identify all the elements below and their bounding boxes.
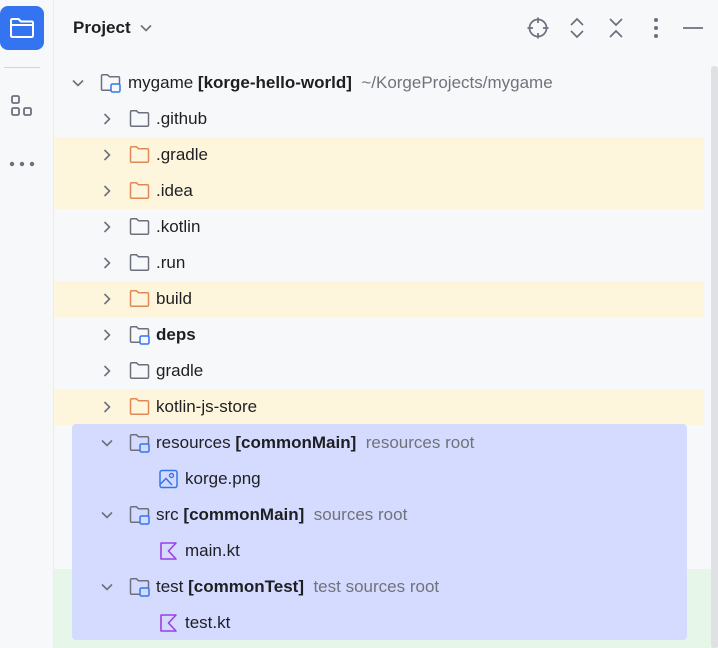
tree-label: resources [commonMain] resources root xyxy=(156,432,474,454)
collapse-all-button[interactable] xyxy=(604,16,628,40)
excluded-folder-icon xyxy=(129,146,150,163)
folder-icon xyxy=(129,362,150,379)
tree-label: .idea xyxy=(156,181,193,200)
locate-icon xyxy=(527,17,549,39)
root-hint: resources root xyxy=(365,433,475,452)
tree-root-row[interactable]: mygame [korge-hello-world] ~/KorgeProjec… xyxy=(54,65,706,101)
tree-row[interactable]: resources [commonMain] resources root xyxy=(54,425,706,461)
source-set-folder: test xyxy=(156,577,184,596)
tree-row[interactable]: .kotlin xyxy=(54,209,706,245)
module-folder-icon xyxy=(129,434,150,453)
locate-button[interactable] xyxy=(526,16,550,40)
chevron-down-icon xyxy=(140,24,152,32)
tree-row[interactable]: .idea xyxy=(54,173,706,209)
tree-label: .kotlin xyxy=(156,217,201,236)
module-folder-icon xyxy=(100,74,121,93)
tree-label: main.kt xyxy=(185,541,240,560)
tree-label: gradle xyxy=(156,361,204,380)
tree-row[interactable]: deps xyxy=(54,317,706,353)
tree-label: test [commonTest] test sources root xyxy=(156,576,439,598)
tree-label: mygame [korge-hello-world] ~/KorgeProjec… xyxy=(128,72,553,94)
excluded-folder-icon xyxy=(129,290,150,307)
project-tool-button[interactable] xyxy=(0,6,44,50)
vertical-scrollbar[interactable] xyxy=(711,66,718,648)
kotlin-file-icon xyxy=(160,542,177,560)
tree-row[interactable]: .github xyxy=(54,101,706,137)
chevron-right-icon[interactable] xyxy=(99,219,115,235)
chevron-down-icon[interactable] xyxy=(99,435,115,451)
source-set-folder: src xyxy=(156,505,179,524)
tree-row[interactable]: build xyxy=(54,281,706,317)
options-icon xyxy=(654,18,658,38)
chevron-down-icon[interactable] xyxy=(99,507,115,523)
chevron-right-icon[interactable] xyxy=(99,111,115,127)
tree-row[interactable]: .gradle xyxy=(54,137,706,173)
tree-label: kotlin-js-store xyxy=(156,397,258,416)
tree-label: .run xyxy=(156,253,186,272)
excluded-folder-icon xyxy=(129,398,150,415)
tree-label: test.kt xyxy=(185,613,231,632)
module-name: mygame xyxy=(128,73,194,92)
tree-row[interactable]: src [commonMain] sources root xyxy=(54,497,706,533)
folder-icon xyxy=(129,254,150,271)
tree-row[interactable]: test [commonTest] test sources root xyxy=(54,569,706,605)
strip-separator xyxy=(4,67,40,68)
hide-button[interactable] xyxy=(681,16,705,40)
chevron-right-icon[interactable] xyxy=(99,147,115,163)
tree-label: src [commonMain] sources root xyxy=(156,504,407,526)
chevron-right-icon[interactable] xyxy=(99,363,115,379)
panel-header: Project xyxy=(54,0,718,58)
root-hint: test sources root xyxy=(313,577,440,596)
chevron-right-icon[interactable] xyxy=(99,399,115,415)
tree-label: .github xyxy=(156,109,208,128)
source-set-folder: resources xyxy=(156,433,231,452)
folder-icon xyxy=(129,110,150,127)
tree-row[interactable]: kotlin-js-store xyxy=(54,389,706,425)
chevron-down-icon[interactable] xyxy=(99,579,115,595)
tree-row[interactable]: main.kt xyxy=(54,533,706,569)
more-tool-windows-button[interactable] xyxy=(0,142,44,186)
chevron-right-icon[interactable] xyxy=(99,291,115,307)
panel-title: Project xyxy=(73,18,131,37)
structure-icon xyxy=(11,95,32,116)
tree-label: .gradle xyxy=(156,145,208,164)
chevron-down-icon[interactable] xyxy=(70,75,86,91)
source-set-tag: [commonMain] xyxy=(235,433,357,452)
tree-row[interactable]: .run xyxy=(54,245,706,281)
chevron-right-icon[interactable] xyxy=(99,327,115,343)
expand-all-button[interactable] xyxy=(565,16,589,40)
tree-label: deps xyxy=(156,325,196,344)
more-horizontal-icon xyxy=(9,161,35,167)
chevron-right-icon[interactable] xyxy=(99,255,115,271)
chevron-right-icon[interactable] xyxy=(99,183,115,199)
module-folder-icon xyxy=(129,506,150,525)
folder-icon xyxy=(10,18,34,38)
structure-tool-button[interactable] xyxy=(0,84,44,128)
tool-window-strip xyxy=(0,0,54,648)
source-set-tag: [commonMain] xyxy=(183,505,305,524)
tree-label: build xyxy=(156,289,192,308)
hide-icon xyxy=(683,27,703,29)
module-tag: [korge-hello-world] xyxy=(197,73,352,92)
image-file-icon xyxy=(159,469,178,489)
kotlin-file-icon xyxy=(160,614,177,632)
tree-label: korge.png xyxy=(185,469,261,488)
module-path: ~/KorgeProjects/mygame xyxy=(361,73,553,92)
module-folder-icon xyxy=(129,578,150,597)
root-hint: sources root xyxy=(313,505,408,524)
expand-all-icon xyxy=(570,17,584,39)
project-panel: Project mygame [korge-hello-world] ~/Kor… xyxy=(54,0,718,648)
tree-row[interactable]: korge.png xyxy=(54,461,706,497)
collapse-all-icon xyxy=(609,18,623,38)
panel-title-dropdown[interactable]: Project xyxy=(73,18,153,38)
tree-row[interactable]: gradle xyxy=(54,353,706,389)
module-folder-icon xyxy=(129,326,150,345)
folder-icon xyxy=(129,218,150,235)
source-set-tag: [commonTest] xyxy=(188,577,304,596)
options-button[interactable] xyxy=(644,16,668,40)
tree-row[interactable]: test.kt xyxy=(54,605,706,641)
excluded-folder-icon xyxy=(129,182,150,199)
